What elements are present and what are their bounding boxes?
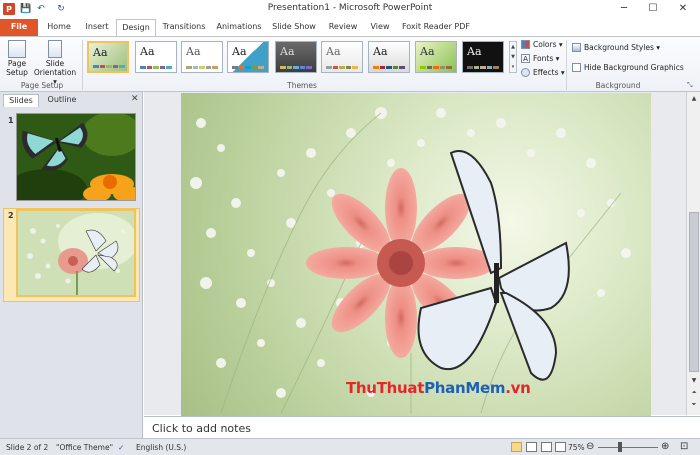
language-indicator[interactable]: English (U.S.) xyxy=(136,443,186,452)
theme-thumbnail-office[interactable]: Aa xyxy=(135,41,177,73)
spell-check-icon[interactable]: ✓ xyxy=(118,443,124,452)
tab-animations[interactable]: Animations xyxy=(214,19,264,36)
effects-icon xyxy=(521,68,530,77)
zoom-out-icon[interactable]: ⊖ xyxy=(586,441,594,452)
tab-foxit-reader-pdf[interactable]: Foxit Reader PDF xyxy=(400,19,472,36)
theme-thumbnail-austin[interactable]: Aa xyxy=(415,41,457,73)
background-group-label: Background xyxy=(595,81,641,90)
hide-background-graphics-checkbox[interactable]: Hide Background Graphics xyxy=(572,63,684,72)
theme-name: "Office Theme" xyxy=(56,443,114,452)
slide-orientation-button[interactable]: Slide Orientation ▾ xyxy=(32,40,78,86)
watermark-text: ThuThuatPhanMem.vn xyxy=(346,379,531,397)
zoom-slider-knob[interactable] xyxy=(618,442,622,452)
zoom-level[interactable]: 75% xyxy=(568,443,585,452)
zoom-slider[interactable] xyxy=(598,447,658,448)
page-setup-group-label: Page Setup xyxy=(20,81,64,90)
tab-home[interactable]: Home xyxy=(42,19,76,36)
tab-transitions[interactable]: Transitions xyxy=(160,19,208,36)
gallery-down-icon[interactable]: ▼ xyxy=(510,52,516,62)
tab-slide-show[interactable]: Slide Show xyxy=(270,19,318,36)
tab-insert[interactable]: Insert xyxy=(80,19,114,36)
themes-group-label: Themes xyxy=(287,81,317,90)
dialog-launcher-icon[interactable]: ⤡ xyxy=(687,81,693,90)
gallery-more-icon[interactable]: ▾ xyxy=(510,62,516,72)
tab-review[interactable]: Review xyxy=(326,19,360,36)
theme-thumbnail-angles[interactable]: Aa xyxy=(227,41,269,73)
zoom-in-icon[interactable]: ⊕ xyxy=(661,441,669,452)
slide-editor: ThuThuatPhanMem.vn xyxy=(144,92,686,417)
theme-thumbnail-apothecary[interactable]: Aa xyxy=(321,41,363,73)
tab-view[interactable]: View xyxy=(366,19,394,36)
scrollbar-thumb[interactable] xyxy=(689,212,699,372)
colors-icon xyxy=(521,40,530,49)
maximize-button[interactable]: ☐ xyxy=(644,2,662,16)
scroll-down-icon[interactable]: ▼ xyxy=(689,376,699,386)
slide-canvas[interactable]: ThuThuatPhanMem.vn xyxy=(181,93,651,417)
slide-sorter-icon[interactable] xyxy=(526,442,537,452)
tab-outline[interactable]: Outline xyxy=(42,94,82,107)
tab-design[interactable]: Design xyxy=(116,19,156,37)
theme-thumbnail-black-tie[interactable]: Aa xyxy=(462,41,504,73)
checkbox-icon xyxy=(572,63,581,72)
colors-button[interactable]: Colors ▾ xyxy=(521,40,563,49)
slide-number: 2 xyxy=(8,211,14,220)
close-panel-icon[interactable]: ✕ xyxy=(131,94,139,104)
next-slide-icon[interactable]: ⏷ xyxy=(689,400,699,410)
background-styles-button[interactable]: Background Styles ▾ xyxy=(572,43,660,52)
close-button[interactable]: ✕ xyxy=(674,2,692,16)
theme-thumbnail-current[interactable]: Aa xyxy=(87,41,129,73)
slide-counter: Slide 2 of 2 xyxy=(6,443,49,452)
fonts-button[interactable]: A Fonts ▾ xyxy=(521,54,559,63)
theme-thumbnail-apex[interactable]: Aa xyxy=(275,41,317,73)
previous-slide-icon[interactable]: ⏶ xyxy=(689,388,699,398)
tab-slides[interactable]: Slides xyxy=(3,94,39,107)
reading-view-icon[interactable] xyxy=(541,442,552,452)
page-setup-icon xyxy=(8,40,26,58)
slide-number: 1 xyxy=(8,116,14,125)
window-title: Presentation1 - Microsoft PowerPoint xyxy=(267,3,433,13)
slide-orientation-icon xyxy=(48,40,62,58)
tab-file[interactable]: File xyxy=(0,19,38,36)
theme-thumbnail-adjacency[interactable]: Aa xyxy=(181,41,223,73)
theme-gallery-scroll[interactable]: ▲ ▼ ▾ xyxy=(509,41,517,73)
minimize-button[interactable]: ─ xyxy=(615,2,633,16)
effects-button[interactable]: Effects ▾ xyxy=(521,68,565,77)
ribbon-tabs: File Home Insert Design Transitions Anim… xyxy=(0,18,700,37)
slide-show-icon[interactable] xyxy=(555,442,566,452)
group-separator xyxy=(566,40,567,90)
fonts-icon: A xyxy=(521,54,530,63)
vertical-scrollbar[interactable]: ▲ ▼ ⏶ ⏷ xyxy=(686,92,700,415)
theme-thumbnail-aspect[interactable]: Aa xyxy=(368,41,410,73)
ribbon: Page Setup Slide Orientation ▾ Page Setu… xyxy=(0,36,700,92)
fit-to-window-icon[interactable]: ⊡ xyxy=(680,441,688,452)
slide-2-image xyxy=(18,211,134,295)
slides-panel: Slides Outline ✕ 1 2 xyxy=(0,92,143,438)
status-bar: Slide 2 of 2 "Office Theme" ✓ English (U… xyxy=(0,438,700,455)
notes-pane[interactable]: Click to add notes xyxy=(144,416,700,438)
gallery-up-icon[interactable]: ▲ xyxy=(510,42,516,52)
slide-thumbnail-2[interactable] xyxy=(16,209,136,297)
slide-thumbnail-1[interactable] xyxy=(16,113,136,201)
background-styles-icon xyxy=(572,43,581,52)
notes-placeholder: Click to add notes xyxy=(152,422,251,435)
title-bar: P 💾 ↶ ↻ Presentation1 - Microsoft PowerP… xyxy=(0,0,700,18)
group-separator xyxy=(82,40,83,90)
slide-background-image xyxy=(190,107,631,414)
page-setup-button[interactable]: Page Setup xyxy=(4,40,30,77)
normal-view-icon[interactable] xyxy=(511,442,522,452)
scroll-up-icon[interactable]: ▲ xyxy=(689,94,699,104)
slide-1-image xyxy=(17,114,135,200)
